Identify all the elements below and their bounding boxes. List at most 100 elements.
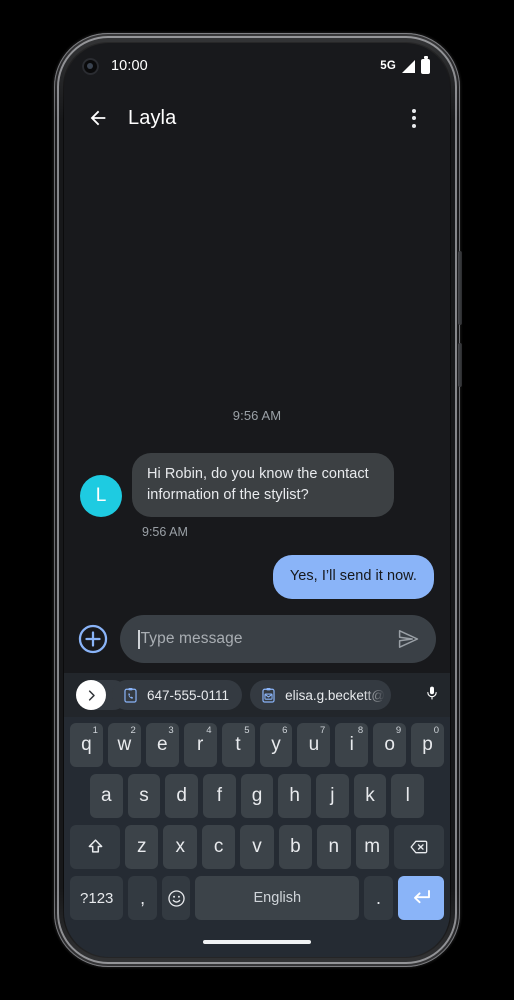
key-p-number: 0 (433, 725, 440, 736)
compose-bar: Type message (64, 605, 450, 673)
power-button[interactable] (458, 251, 462, 325)
status-icons: 5G (380, 56, 430, 74)
key-m[interactable]: m (355, 825, 389, 869)
message-bubble-outgoing[interactable]: Yes, I’ll send it now. (272, 555, 434, 599)
key-o[interactable]: 9o (373, 723, 407, 767)
navigation-bar (68, 927, 446, 957)
battery-icon (421, 56, 430, 74)
attach-button[interactable] (76, 622, 110, 656)
key-f[interactable]: f (203, 774, 236, 818)
back-arrow-icon (90, 110, 106, 126)
voice-input-button[interactable] (424, 682, 440, 709)
suggestion-chip-phone[interactable]: 647-555-0111 (112, 680, 243, 710)
key-h[interactable]: h (278, 774, 312, 818)
send-icon (398, 630, 419, 648)
key-g[interactable]: g (240, 774, 274, 818)
app-bar: Layla (64, 89, 450, 147)
key-e[interactable]: 3e (145, 723, 179, 767)
key-p-label: p (422, 734, 433, 755)
send-button[interactable] (396, 627, 420, 651)
key-n[interactable]: n (317, 825, 351, 869)
key-x[interactable]: x (163, 825, 197, 869)
signal-icon (402, 59, 415, 73)
comma-key[interactable]: , (128, 876, 157, 920)
page-title: Layla (128, 106, 177, 129)
message-thread: 9:56 AM L Hi Robin, do you know the cont… (64, 147, 450, 605)
key-q[interactable]: 1q (69, 723, 103, 767)
key-r[interactable]: 4r (183, 723, 217, 767)
shift-key[interactable] (69, 825, 121, 869)
key-t[interactable]: 5t (221, 723, 255, 767)
key-l[interactable]: l (391, 774, 425, 818)
key-t-label: t (235, 734, 241, 755)
key-s[interactable]: s (127, 774, 161, 818)
key-j[interactable]: j (316, 774, 349, 818)
key-i-label: i (349, 734, 354, 755)
home-indicator[interactable] (203, 940, 311, 944)
text-cursor (138, 629, 140, 649)
shift-icon (88, 838, 102, 853)
clipboard-suggestion-bar: 647-555-0111 elisa.g.beckett@ (64, 673, 450, 717)
key-w[interactable]: 2w (107, 723, 141, 767)
key-a[interactable]: a (89, 774, 123, 818)
keyboard-row-3: z x c v b n m (68, 825, 446, 869)
key-t-number: 5 (244, 725, 250, 736)
more-vert-icon (412, 108, 416, 128)
suggestion-chip-phone-label: 647-555-0111 (147, 687, 230, 703)
key-w-number: 2 (130, 725, 136, 736)
key-q-number: 1 (92, 725, 98, 736)
suggestion-chip-email[interactable]: elisa.g.beckett@ (250, 680, 392, 710)
back-button[interactable] (78, 98, 118, 138)
period-key[interactable]: . (364, 876, 393, 920)
key-y-number: 6 (282, 725, 288, 736)
overflow-menu-button[interactable] (394, 98, 434, 138)
keyboard-row-4: ?123 , English . (68, 876, 446, 920)
key-y[interactable]: 6y (259, 723, 293, 767)
message-input-placeholder: Type message (140, 630, 243, 647)
enter-key[interactable] (397, 876, 444, 920)
key-p[interactable]: 0p (411, 723, 445, 767)
emoji-key[interactable] (161, 876, 191, 920)
message-row-incoming: L Hi Robin, do you know the contact info… (80, 453, 434, 518)
key-e-number: 3 (168, 725, 174, 736)
message-timestamp-incoming: 9:56 AM (142, 525, 188, 540)
status-bar: 10:00 5G (64, 43, 450, 89)
expand-suggestions-button[interactable] (76, 680, 106, 710)
space-key[interactable]: English (195, 876, 360, 920)
keyboard-row-1: 1q 2w 3e 4r 5t 6y 7u 8i 9o 0p (68, 723, 446, 767)
enter-icon (413, 890, 430, 904)
key-u[interactable]: 7u (297, 723, 331, 767)
key-b[interactable]: b (278, 825, 313, 869)
key-r-number: 4 (206, 725, 212, 736)
key-v[interactable]: v (240, 825, 274, 869)
symbols-key[interactable]: ?123 (70, 876, 124, 920)
key-i[interactable]: 8i (335, 723, 369, 767)
key-u-label: u (308, 734, 320, 755)
clipboard-phone-icon (124, 687, 137, 703)
avatar: L (80, 475, 122, 518)
message-bubble-incoming[interactable]: Hi Robin, do you know the contact inform… (132, 453, 394, 518)
camera-hole-icon (82, 57, 99, 75)
add-circle-icon (78, 624, 108, 654)
backspace-icon (410, 840, 428, 854)
keyboard-row-2: a s d f g h j k l (68, 774, 446, 818)
screenshot-stage: 10:00 5G Layla 9:56 AM L Hi Robin, do yo… (0, 0, 514, 1000)
key-k[interactable]: k (353, 774, 387, 818)
backspace-key[interactable] (393, 825, 445, 869)
chevron-right-icon (88, 689, 95, 701)
phone-screen: 10:00 5G Layla 9:56 AM L Hi Robin, do yo… (64, 43, 450, 957)
volume-button[interactable] (458, 343, 462, 387)
key-o-number: 9 (395, 725, 402, 736)
key-e-label: e (156, 734, 168, 755)
message-input[interactable]: Type message (120, 615, 436, 663)
clipboard-email-icon (262, 687, 275, 703)
key-c[interactable]: c (201, 825, 236, 869)
key-d[interactable]: d (165, 774, 198, 818)
network-type-label: 5G (380, 60, 396, 72)
key-q-label: q (81, 734, 92, 755)
key-z[interactable]: z (125, 825, 159, 869)
key-w-label: w (117, 734, 132, 755)
status-time: 10:00 (111, 58, 148, 74)
microphone-icon (427, 686, 437, 700)
key-u-number: 7 (320, 725, 326, 736)
